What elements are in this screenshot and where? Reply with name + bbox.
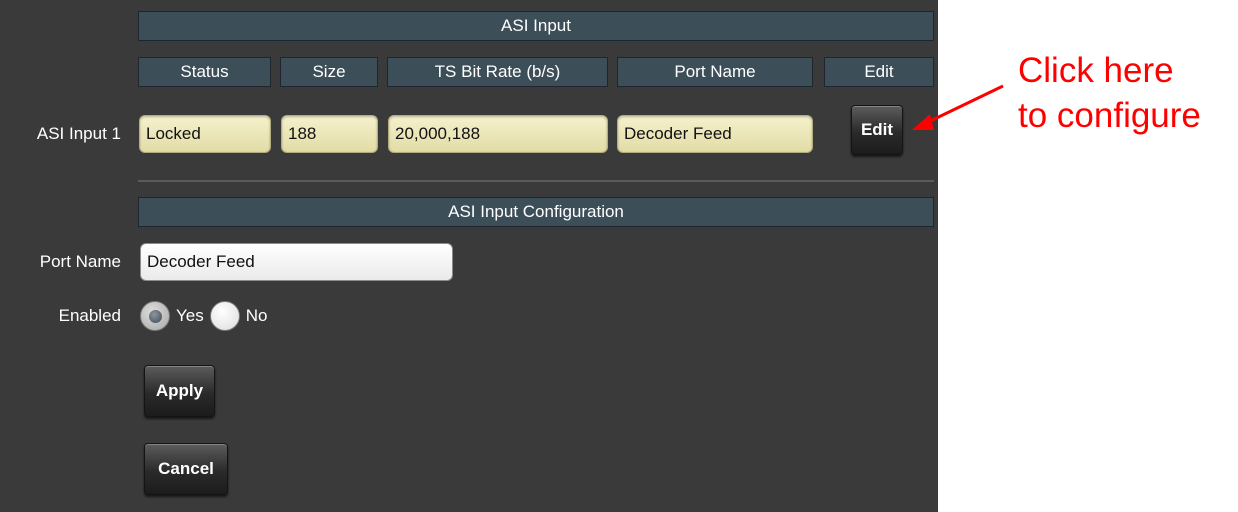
bit-rate-value: 20,000,188 xyxy=(388,115,608,153)
radio-selected-dot xyxy=(148,309,162,323)
enabled-radio-group: Yes No xyxy=(140,300,273,332)
edit-button[interactable]: Edit xyxy=(851,105,903,155)
callout-line-2: to configure xyxy=(1018,96,1201,135)
column-header-size: Size xyxy=(280,57,378,87)
enabled-yes-radio[interactable] xyxy=(140,301,170,331)
column-header-port-name: Port Name xyxy=(617,57,813,87)
enabled-no-radio[interactable] xyxy=(209,301,240,331)
enabled-no-label[interactable]: No xyxy=(246,306,268,326)
port-name-value: Decoder Feed xyxy=(617,115,813,153)
asi-input-panel: ASI Input Status Size TS Bit Rate (b/s) … xyxy=(0,0,938,512)
asi-input-configuration-header: ASI Input Configuration xyxy=(138,197,934,227)
port-name-label: Port Name xyxy=(39,252,121,271)
callout-arrow-icon xyxy=(912,84,1004,130)
cancel-button[interactable]: Cancel xyxy=(144,443,228,495)
size-value: 188 xyxy=(281,115,378,153)
port-name-input[interactable] xyxy=(140,243,453,281)
enabled-label: Enabled xyxy=(58,306,121,325)
asi-input-1-label: ASI Input 1 xyxy=(36,124,121,143)
page: ASI Input Status Size TS Bit Rate (b/s) … xyxy=(0,0,1238,512)
status-value: Locked xyxy=(139,115,271,153)
arrow-shaft xyxy=(921,84,1004,127)
arrow-head xyxy=(912,114,934,130)
section-divider xyxy=(138,180,934,182)
column-header-bit-rate: TS Bit Rate (b/s) xyxy=(387,57,608,87)
callout-line-1: Click here xyxy=(1018,51,1174,90)
apply-button[interactable]: Apply xyxy=(144,365,215,417)
callout-text: Click here to configure xyxy=(1018,48,1201,138)
column-header-status: Status xyxy=(138,57,271,87)
enabled-yes-label[interactable]: Yes xyxy=(176,306,204,326)
asi-input-header: ASI Input xyxy=(138,11,934,41)
